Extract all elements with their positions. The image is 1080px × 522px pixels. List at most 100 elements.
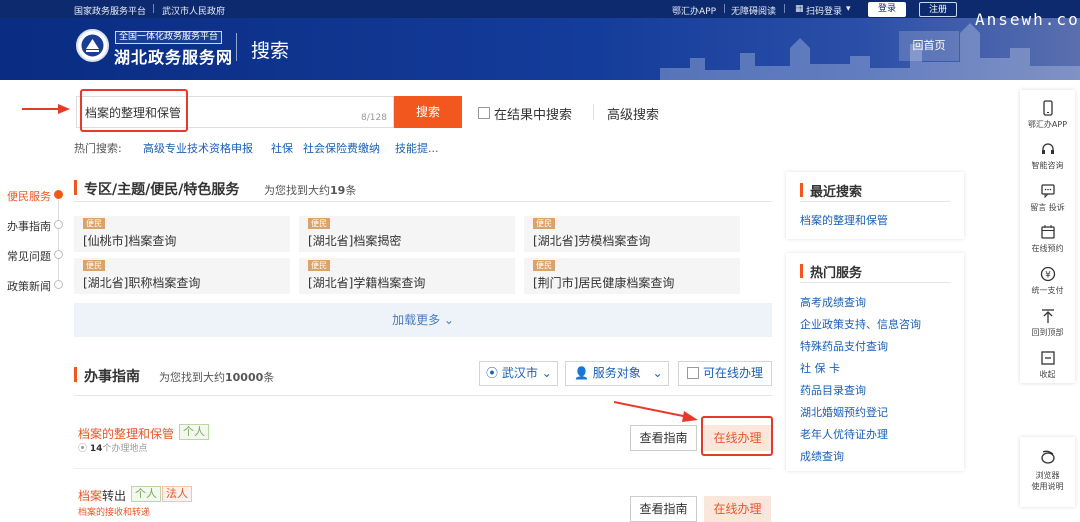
topbar-separator: | (152, 4, 156, 14)
hot-services-title: 热门服务 (810, 266, 863, 281)
service-card-title[interactable]: [湖北省]档案揭密 (308, 232, 401, 249)
left-nav-dot-active (54, 190, 63, 199)
link-app[interactable]: 鄂汇办APP (672, 4, 716, 17)
browser-help-button[interactable]: 浏览器 使用说明 (1020, 437, 1075, 507)
online-filter-checkbox[interactable]: 可在线办理 (678, 361, 772, 386)
search-button[interactable]: 搜索 (394, 96, 462, 128)
view-guide-button[interactable]: 查看指南 (630, 496, 697, 522)
search-in-results-checkbox[interactable] (478, 107, 490, 119)
home-button[interactable]: 回首页 (899, 31, 959, 61)
svg-text:¥: ¥ (1045, 271, 1051, 281)
hot-service-item[interactable]: 老年人优待证办理 (800, 426, 888, 442)
location-pin-icon: ⦿ (486, 366, 499, 380)
user-icon: 👤 (574, 366, 589, 380)
link-wuhan-gov[interactable]: 武汉市人民政府 (162, 4, 225, 17)
person-tag: 个人 (131, 486, 161, 502)
sidebar-smart-consult[interactable]: 智能咨询 (1020, 141, 1075, 171)
guide-item-subtitle: 档案的接收和转递 (78, 508, 151, 518)
section-result-count: 为您找到大约10000条 (159, 371, 275, 384)
left-nav-dot (54, 220, 63, 229)
logo-emblem-icon[interactable] (76, 29, 109, 62)
hot-search-item[interactable]: 高级专业技术资格申报 (143, 140, 253, 156)
login-button[interactable]: 登录 (868, 2, 906, 17)
topbar-separator: | (783, 4, 787, 14)
top-bar: 国家政务服务平台 | 武汉市人民政府 鄂汇办APP | 无障碍阅读 | ▦ 扫码… (0, 0, 1080, 18)
hot-search-item[interactable]: 社会保险费缴纳 (303, 140, 380, 156)
sidebar-message[interactable]: 留言 投诉 (1020, 183, 1075, 213)
section-divider (74, 395, 772, 396)
recent-search-panel: 最近搜索 档案的整理和保管 (786, 172, 964, 239)
recent-search-item[interactable]: 档案的整理和保管 (800, 212, 888, 228)
calendar-icon (1040, 225, 1055, 239)
scan-login-link[interactable]: 扫码登录 (806, 4, 842, 17)
service-target-label: 服务对象 (592, 366, 641, 380)
section-accent-bar (74, 367, 77, 382)
hot-search-item[interactable]: 社保 (271, 140, 293, 156)
red-highlight-box (80, 89, 188, 132)
service-card[interactable]: 便民 [仙桃市]档案查询 (74, 216, 290, 252)
panel-divider (800, 282, 950, 283)
side-toolbar: 鄂汇办APP 智能咨询 留言 投诉 在线预约 ¥ 统一支付 回到顶部 收起 (1020, 90, 1075, 383)
section-accent-bar (74, 180, 77, 195)
hot-search-item[interactable]: 技能提... (395, 140, 439, 156)
advanced-search-link[interactable]: 高级搜索 (607, 104, 659, 123)
hot-service-item[interactable]: 药品目录查询 (800, 382, 866, 398)
left-nav-convenience[interactable]: 便民服务 (7, 188, 51, 204)
sidebar-booking[interactable]: 在线预约 (1020, 224, 1075, 254)
service-card-title[interactable]: [荆门市]居民健康档案查询 (533, 274, 674, 291)
search-in-results-label[interactable]: 在结果中搜索 (494, 104, 572, 123)
left-nav-news[interactable]: 政策新闻 (7, 278, 51, 294)
service-card[interactable]: 便民 [荆门市]居民健康档案查询 (524, 258, 740, 294)
qr-icon: ▦ (795, 4, 804, 14)
topbar-separator: | (723, 4, 727, 14)
link-accessible-reading[interactable]: 无障碍阅读 (731, 4, 776, 17)
hot-service-item[interactable]: 湖北婚姻预约登记 (800, 404, 888, 420)
watermark: Ansewh.com (975, 10, 1080, 29)
service-card[interactable]: 便民 [湖北省]职称档案查询 (74, 258, 290, 294)
location-count: ⦿ 14个办理地点 (78, 444, 148, 454)
logo-subtitle: 全国一体化政务服务平台 (115, 31, 223, 44)
left-nav-guide[interactable]: 办事指南 (7, 218, 51, 234)
register-button[interactable]: 注册 (919, 2, 957, 17)
chevron-down-icon: ⌄ (652, 366, 663, 380)
sidebar-app[interactable]: 鄂汇办APP (1020, 100, 1075, 130)
search-char-counter: 8/128 (361, 113, 387, 123)
chat-icon (1040, 184, 1055, 199)
service-card-title[interactable]: [湖北省]职称档案查询 (83, 274, 200, 291)
hot-service-item[interactable]: 成绩查询 (800, 448, 844, 464)
logo-title[interactable]: 湖北政务服务网 (114, 44, 233, 68)
arrow-up-icon (1041, 309, 1054, 323)
chevron-down-icon: ⌄ (541, 366, 552, 380)
service-card[interactable]: 便民 [湖北省]劳模档案查询 (524, 216, 740, 252)
guide-item-title[interactable]: 档案的整理和保管 (78, 425, 174, 442)
link-national-platform[interactable]: 国家政务服务平台 (74, 4, 146, 17)
service-target-dropdown[interactable]: 👤 服务对象 ⌄ (565, 361, 669, 386)
pin-icon: ⦿ (78, 444, 88, 454)
guide-item-title[interactable]: 档案转出 (78, 487, 126, 504)
header-divider (236, 33, 237, 61)
sidebar-back-to-top[interactable]: 回到顶部 (1020, 308, 1075, 338)
service-card[interactable]: 便民 [湖北省]档案揭密 (299, 216, 515, 252)
hot-service-item[interactable]: 企业政策支持、信息咨询 (800, 316, 921, 332)
sidebar-payment[interactable]: ¥ 统一支付 (1020, 266, 1075, 296)
service-tag: 便民 (308, 260, 330, 271)
load-more-button[interactable]: 加载更多 ⌄ (74, 303, 772, 337)
divider (593, 104, 594, 120)
browser-icon (1041, 450, 1055, 464)
view-guide-button[interactable]: 查看指南 (630, 425, 697, 451)
online-filter-label: 可在线办理 (703, 366, 764, 380)
hot-service-item[interactable]: 社 保 卡 (800, 360, 840, 376)
service-card-title[interactable]: [湖北省]劳模档案查询 (533, 232, 650, 249)
sidebar-collapse[interactable]: 收起 (1020, 350, 1075, 380)
left-nav-dot (54, 250, 63, 259)
hot-service-item[interactable]: 特殊药品支付查询 (800, 338, 888, 354)
service-card[interactable]: 便民 [湖北省]学籍档案查询 (299, 258, 515, 294)
yen-icon: ¥ (1040, 266, 1055, 282)
panel-accent-bar (800, 264, 803, 278)
city-filter-dropdown[interactable]: ⦿ 武汉市 ⌄ (479, 361, 558, 386)
service-card-title[interactable]: [湖北省]学籍档案查询 (308, 274, 425, 291)
online-handle-button[interactable]: 在线办理 (704, 496, 771, 522)
service-card-title[interactable]: [仙桃市]档案查询 (83, 232, 176, 249)
left-nav-faq[interactable]: 常见问题 (7, 248, 51, 264)
hot-service-item[interactable]: 高考成绩查询 (800, 294, 866, 310)
